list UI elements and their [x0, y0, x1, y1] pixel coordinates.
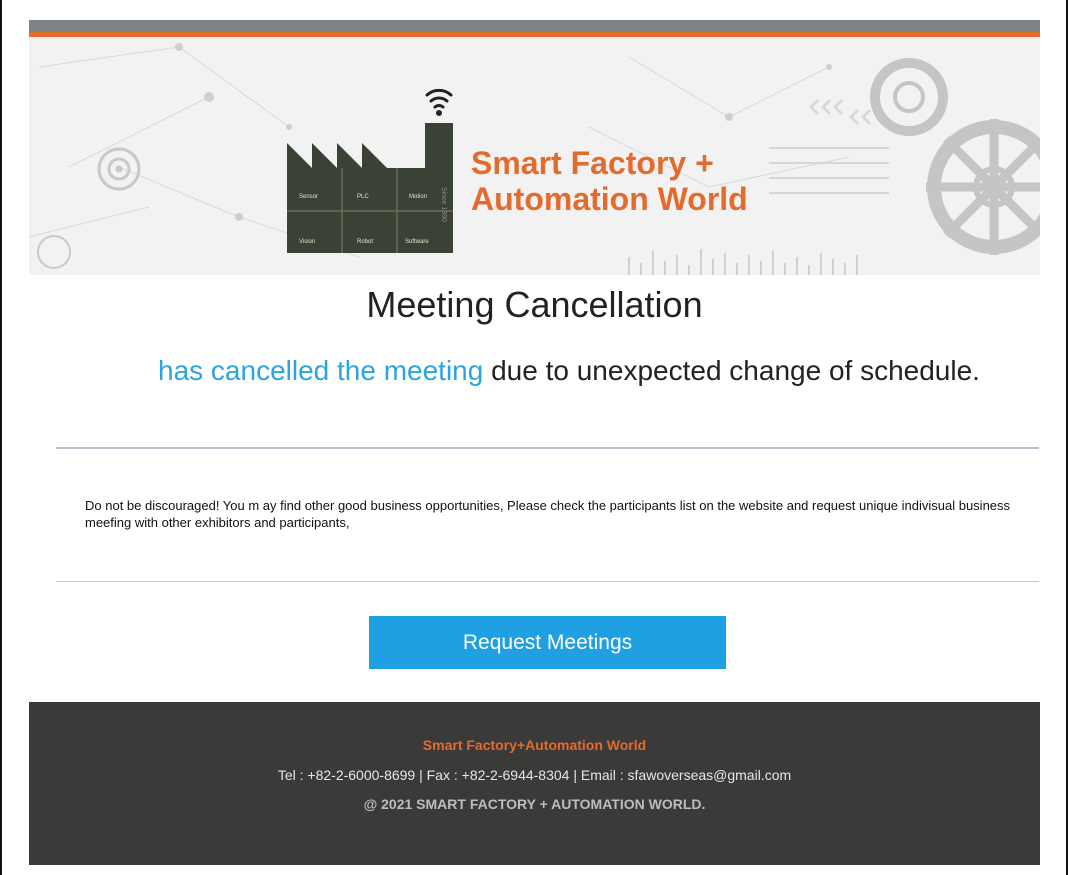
footer-copyright: @ 2021 SMART FACTORY + AUTOMATION WORLD. [363, 796, 706, 812]
factory-label-software: Software [405, 239, 429, 245]
message-text: due to unexpected change of schedule. [483, 355, 980, 386]
factory-label-robot: Robot [357, 239, 373, 245]
footer-contact: Tel : +82-2-6000-8699 | Fax : +82-2-6944… [277, 767, 792, 783]
footer-org-name: Smart Factory+Automation World [422, 737, 647, 753]
factory-label-plc: PLC [357, 194, 369, 200]
factory-logo-icon: Sensor PLC Motion Vision Robot Software [287, 88, 453, 253]
brand-line-1: Smart Factory + [471, 145, 714, 181]
email-card: Sensor PLC Motion Vision Robot Software … [29, 20, 1040, 865]
brand-line-2: Automation World [471, 181, 748, 217]
factory-label-sensor: Sensor [299, 194, 318, 200]
footer: Smart Factory+Automation World Tel : +82… [29, 702, 1040, 865]
cancelled-meeting-link[interactable]: has cancelled the meeting [158, 355, 483, 386]
top-accent-gray [29, 20, 1040, 32]
banner-vertical-text: Since 1990 [440, 187, 447, 223]
brand-logo-text: Smart Factory + Automation World [471, 145, 748, 217]
cancellation-message: has cancelled the meeting due to unexpec… [54, 352, 1014, 389]
page-title: Meeting Cancellation [366, 284, 703, 325]
factory-label-vision: Vision [299, 239, 315, 245]
section-divider [56, 447, 1039, 449]
header-banner: Sensor PLC Motion Vision Robot Software … [29, 37, 1040, 275]
section-divider-2 [56, 581, 1039, 582]
request-meetings-button[interactable]: Request Meetings [369, 616, 726, 669]
window-left-border [0, 0, 2, 875]
factory-label-motion: Motion [409, 194, 427, 200]
encouragement-note: Do not be discouraged! You m ay find oth… [85, 498, 1011, 530]
